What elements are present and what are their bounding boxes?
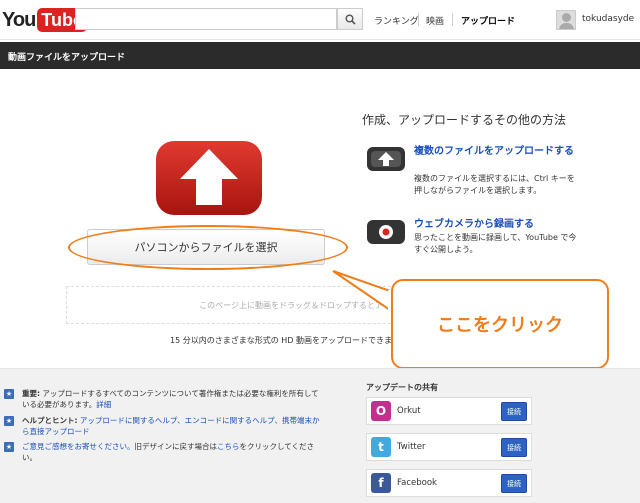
facebook-icon: f (371, 473, 391, 493)
avatar[interactable] (556, 10, 576, 30)
connect-button[interactable]: 接続 (501, 474, 527, 493)
page-title-bar: 動画ファイルをアップロード (0, 42, 640, 69)
twitter-icon: t (371, 437, 391, 457)
share-row-twitter: t Twitter 接続 (366, 433, 532, 461)
orkut-icon: O (371, 401, 391, 421)
webcam-record-icon[interactable] (366, 218, 406, 246)
top-bar: You Tube ランキング 映画 アップロード tokudasyde (0, 0, 640, 40)
share-row-facebook: f Facebook 接続 (366, 469, 532, 497)
search-button[interactable] (337, 8, 363, 30)
notice-link[interactable]: 詳細 (96, 400, 111, 409)
connect-button[interactable]: 接続 (501, 402, 527, 421)
hd-note: 15 分以内のさまざまな形式の HD 動画をアップロードできま (170, 336, 392, 345)
connect-button[interactable]: 接続 (501, 438, 527, 457)
callout-text: ここをクリック (437, 315, 563, 336)
page-title: 動画ファイルをアップロード (8, 53, 126, 63)
method-title[interactable]: 複数のファイルをアップロードする (414, 145, 574, 158)
nav-divider (452, 13, 453, 26)
method-multiple-upload: 複数のファイルをアップロードする 複数のファイルを選択するには、Ctrl キーを… (366, 145, 576, 195)
nav-upload[interactable]: アップロード (461, 14, 515, 27)
footer: ★ 重要: アップロードするすべてのコンテンツについて著作権または必要な権利を所… (0, 368, 640, 503)
share-title: アップデートの共有 (366, 383, 438, 392)
method-desc: 思ったことを動画に録画して、YouTube で今すぐ公開しよう。 (414, 233, 577, 254)
method-desc: 複数のファイルを選択するには、Ctrl キーを押しながらファイルを選択します。 (414, 174, 575, 195)
search-input[interactable] (75, 8, 337, 30)
other-methods-heading: 作成、アップロードするその他の方法 (362, 113, 567, 127)
old-design-link[interactable]: こちら (217, 442, 240, 451)
nav-movies[interactable]: 映画 (426, 14, 444, 27)
share-name: Facebook (397, 478, 437, 488)
nav-divider (418, 13, 419, 26)
highlight-ellipse (68, 225, 348, 270)
method-title[interactable]: ウェブカメラから録画する (414, 218, 574, 231)
username[interactable]: tokudasyde (582, 14, 634, 24)
upload-arrow-icon[interactable] (156, 141, 262, 215)
method-webcam: ウェブカメラから録画する 思ったことを動画に録画して、YouTube で今すぐ公… (366, 218, 576, 268)
star-icon: ★ (4, 442, 14, 452)
search-icon (345, 14, 356, 25)
share-row-orkut: O Orkut 接続 (366, 397, 532, 425)
share-name: Twitter (397, 442, 426, 452)
feedback-link[interactable]: ご意見ご感想をお寄せください。 (22, 442, 135, 451)
callout-pointer (332, 270, 396, 315)
share-name: Orkut (397, 406, 421, 416)
logo-you: You (2, 8, 36, 31)
notice-text: アップロードするすべてのコンテンツについて著作権または必要な権利を所有している必… (22, 389, 319, 409)
star-icon: ★ (4, 389, 14, 399)
notice-bold: ヘルプとヒント: (22, 416, 78, 425)
notice-bold: 重要: (22, 389, 40, 398)
notice-text: 旧デザインに戻す場合は (134, 442, 218, 451)
multi-upload-icon[interactable] (366, 145, 406, 173)
nav-ranking[interactable]: ランキング (374, 14, 419, 27)
click-here-callout: ここをクリック (391, 279, 609, 369)
star-icon: ★ (4, 416, 14, 426)
